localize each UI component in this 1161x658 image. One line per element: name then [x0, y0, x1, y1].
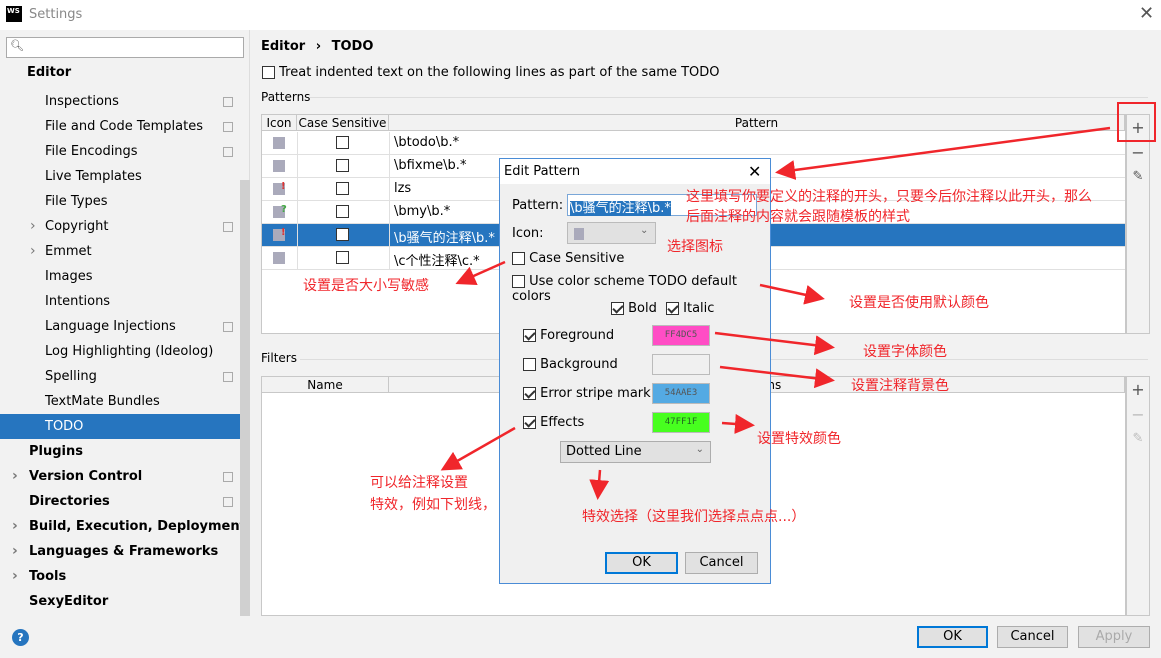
annotation-effects-1: 可以给注释设置 [370, 475, 468, 491]
arrow [714, 331, 835, 356]
arrow [589, 469, 610, 500]
annotation-case: 设置是否大小写敏感 [303, 278, 429, 294]
annotation-effect-type: 特效选择（这里我们选择点点点...） [582, 509, 806, 525]
annotation-pattern: 这里填写你要定义的注释的开头，只要今后你注释以此开头，那么 [686, 189, 1092, 205]
annotation-pattern-2: 后面注释的内容就会跟随模板的样式 [686, 209, 910, 225]
annotation-effects-color: 设置特效颜色 [757, 431, 841, 447]
annotation-effects-2: 特效，例如下划线， [370, 497, 496, 513]
arrow [759, 283, 825, 305]
annotation-fg: 设置字体颜色 [863, 344, 947, 360]
arrow [440, 426, 516, 471]
arrow [455, 260, 506, 286]
annotation-default: 设置是否使用默认颜色 [849, 295, 989, 311]
arrow [775, 126, 1111, 180]
arrow [721, 413, 755, 434]
annotation-arrows [440, 126, 1111, 500]
arrow [719, 365, 835, 389]
annotation-bg: 设置注释背景色 [851, 378, 949, 394]
annotation-icon: 选择图标 [667, 239, 723, 255]
